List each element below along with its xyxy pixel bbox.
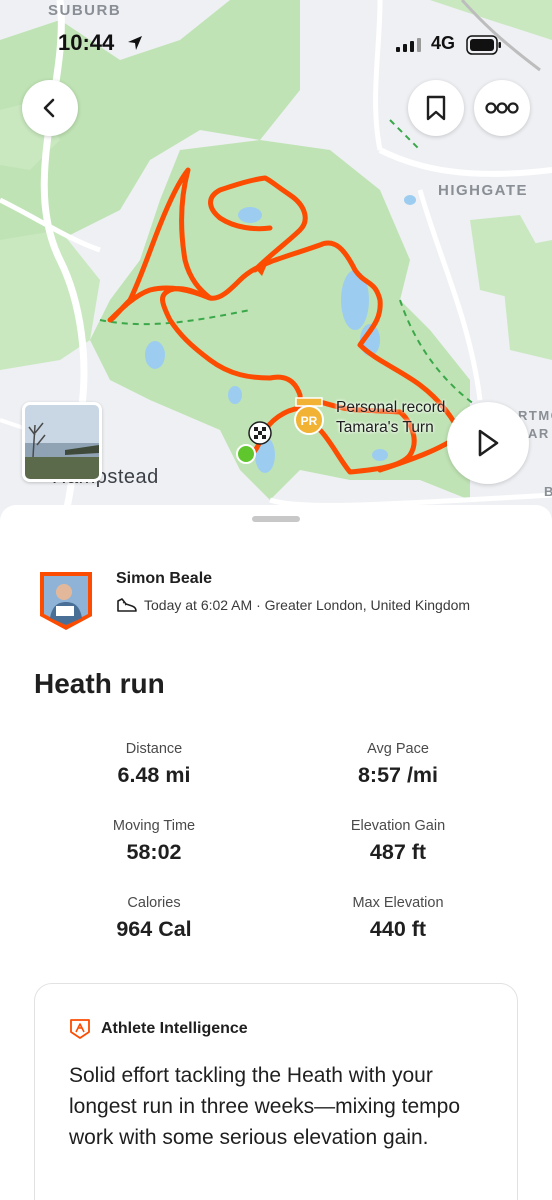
activity-photo-thumbnail[interactable] [22, 402, 102, 482]
play-icon [478, 429, 499, 457]
pr-badge[interactable]: PR [292, 396, 326, 441]
ai-card-summary: Solid effort tackling the Heath with you… [69, 1064, 461, 1149]
athlete-name[interactable]: Simon Beale [116, 570, 212, 588]
personal-record-label[interactable]: Personal record Tamara's Turn [336, 398, 445, 438]
stat-value: 6.48 mi [117, 763, 191, 787]
map-label-edge-3: B [544, 484, 552, 499]
stat-moving-time: Moving Time 58:02 [34, 818, 274, 865]
map-label-highgate: HIGHGATE [438, 182, 529, 199]
status-time: 10:44 [58, 30, 115, 55]
location-arrow-icon [128, 36, 142, 50]
more-options-button[interactable] [474, 80, 530, 136]
map-label-suburb: SUBURB [48, 2, 122, 19]
bookmark-icon [426, 95, 446, 121]
stat-calories: Calories 964 Cal [34, 895, 274, 942]
stat-value: 58:02 [126, 840, 182, 864]
pr-segment-name: Tamara's Turn [336, 419, 434, 436]
activity-date-location: Today at 6:02 AM · Greater London, Unite… [144, 597, 471, 613]
signal-icon [396, 38, 421, 52]
photo-image [25, 405, 99, 479]
more-dots-icon [485, 102, 519, 114]
stat-label: Avg Pace [367, 741, 429, 757]
stat-value: 440 ft [369, 917, 427, 941]
sheet-drag-handle[interactable] [252, 516, 300, 522]
athlete-intelligence-card[interactable]: Athlete Intelligence Solid effort tackli… [34, 983, 518, 1200]
stat-label: Distance [125, 741, 183, 757]
stat-label: Calories [127, 895, 181, 911]
activity-meta: Today at 6:02 AM · Greater London, Unite… [116, 597, 470, 613]
start-marker [236, 444, 256, 464]
ai-card-header: Athlete Intelligence [69, 1018, 248, 1040]
stat-avg-pace: Avg Pace 8:57 /mi [278, 741, 518, 788]
activity-detail-sheet: Simon Beale Today at 6:02 AM · Greater L… [0, 505, 552, 1200]
athlete-avatar[interactable] [38, 570, 94, 632]
route-map[interactable]: SUBURB HIGHGATE Hampstead RTMO AR B 10:4… [0, 0, 552, 540]
athlete-intelligence-icon [70, 1019, 90, 1039]
chevron-left-icon [43, 98, 55, 118]
status-network: 4G [431, 33, 456, 53]
play-flyby-button[interactable] [447, 402, 529, 484]
finish-flag-icon [248, 421, 272, 445]
pr-line-1: Personal record [336, 399, 446, 416]
battery-icon [466, 35, 501, 55]
map-label-edge-2: AR [528, 426, 550, 441]
stat-distance: Distance 6.48 mi [34, 741, 274, 788]
stat-elevation-gain: Elevation Gain 487 ft [278, 818, 518, 865]
map-label-edge-1: RTMO [518, 408, 552, 423]
stat-value: 964 Cal [116, 917, 192, 941]
stat-label: Elevation Gain [350, 818, 446, 834]
stat-value: 8:57 /mi [357, 763, 439, 787]
stat-max-elevation: Max Elevation 440 ft [278, 895, 518, 942]
pr-medal-icon: PR [294, 397, 324, 435]
shoe-icon [117, 598, 137, 612]
bookmark-button[interactable] [408, 80, 464, 136]
activity-title: Heath run [34, 668, 165, 699]
back-button[interactable] [22, 80, 78, 136]
pr-badge-text: PR [301, 414, 318, 428]
ai-card-title: Athlete Intelligence [101, 1020, 248, 1037]
stat-value: 487 ft [369, 840, 427, 864]
stat-label: Max Elevation [352, 895, 444, 911]
stat-label: Moving Time [112, 818, 196, 834]
